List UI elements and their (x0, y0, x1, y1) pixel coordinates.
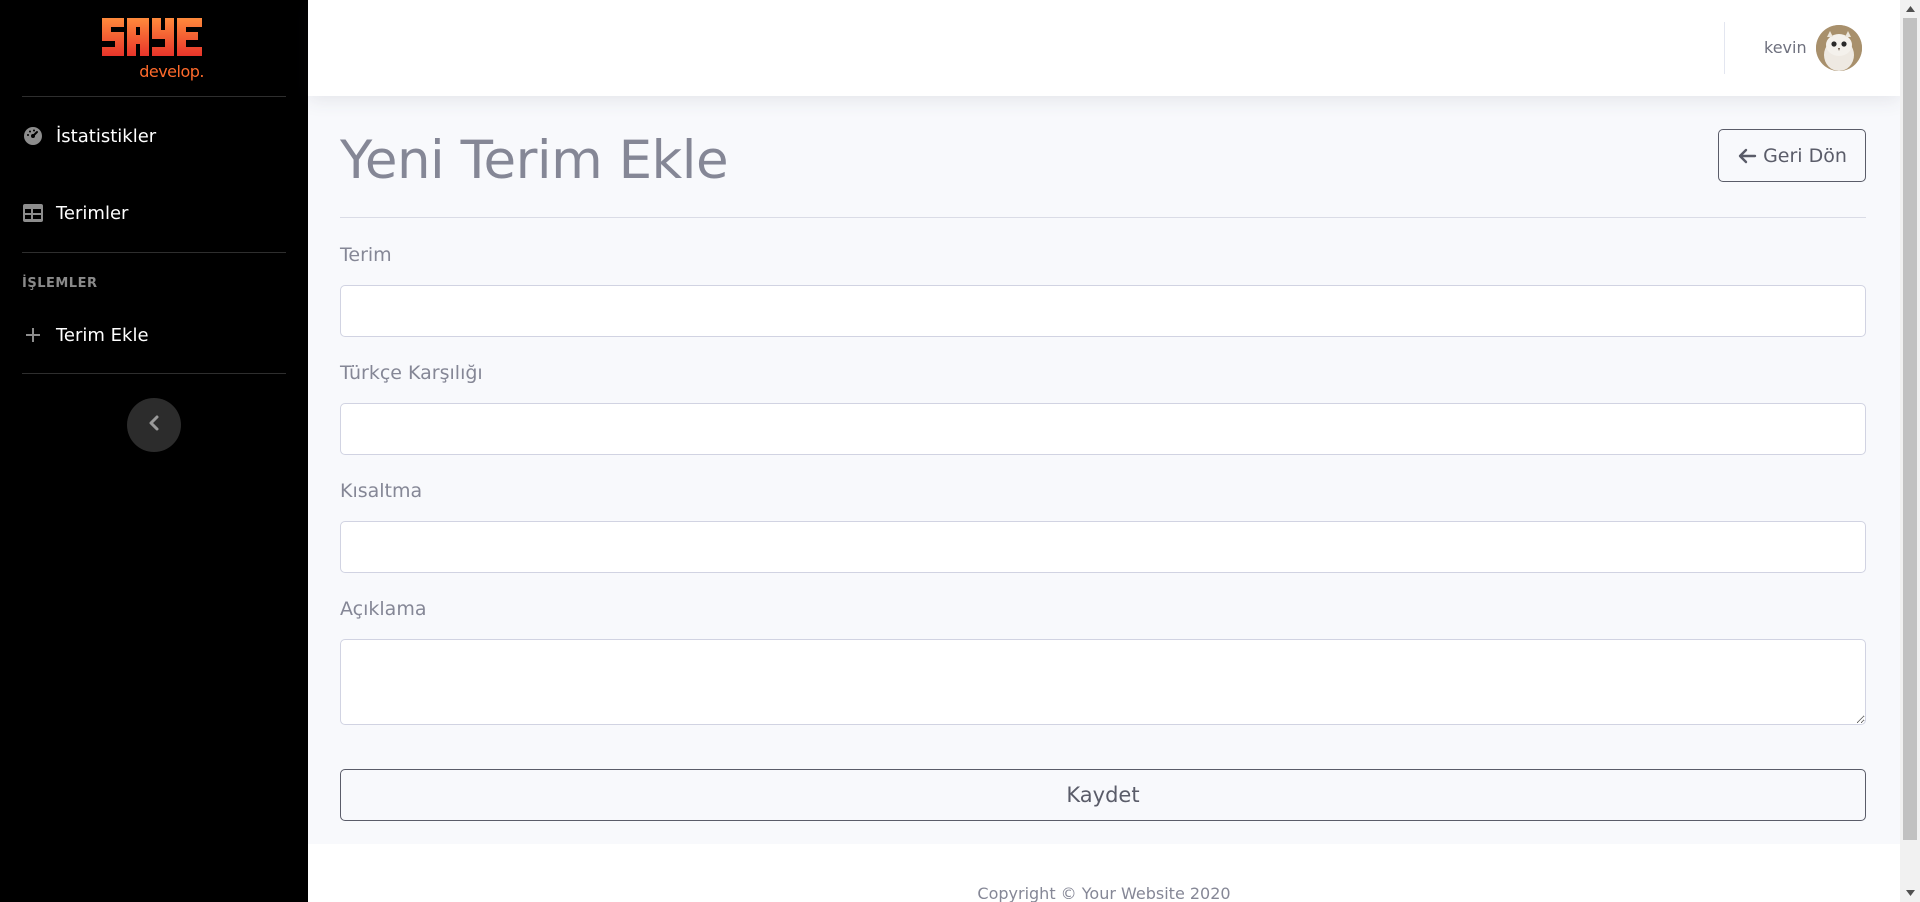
sidebar-item-istatistikler[interactable]: İstatistikler (22, 116, 286, 156)
kisaltma-label: Kısaltma (340, 480, 423, 502)
sidebar-item-label: İstatistikler (56, 125, 157, 147)
back-button-label: Geri Dön (1763, 144, 1847, 167)
sidebar: develop. İstatistikler Terimler İŞLEMLER… (0, 0, 308, 902)
sidebar-divider (22, 252, 286, 253)
terim-input[interactable] (340, 285, 1866, 337)
dashboard-gauge-icon (22, 125, 44, 147)
sidebar-toggle-button[interactable] (127, 398, 181, 452)
aciklama-label: Açıklama (340, 598, 427, 620)
scroll-down-arrow-icon[interactable] (1900, 884, 1920, 902)
aciklama-textarea[interactable] (340, 639, 1866, 725)
table-icon (22, 202, 44, 224)
sidebar-item-label: Terim Ekle (56, 324, 149, 346)
main-content: Yeni Terim Ekle Geri Dön Terim Türkçe Ka… (308, 96, 1900, 844)
sidebar-section-heading: İŞLEMLER (22, 276, 98, 291)
chevron-left-icon (147, 414, 161, 436)
title-divider (340, 217, 1866, 218)
sidebar-divider (22, 96, 286, 97)
sidebar-divider (22, 373, 286, 374)
copyright-text: Copyright © Your Website 2020 (977, 884, 1231, 902)
brand-logo-wordmark (102, 18, 202, 56)
avatar[interactable] (1816, 25, 1862, 71)
terim-label: Terim (340, 244, 392, 266)
page-title: Yeni Terim Ekle (340, 130, 729, 191)
user-name[interactable]: kevin (1764, 38, 1807, 57)
scrollbar-thumb[interactable] (1903, 18, 1917, 840)
kisaltma-input[interactable] (340, 521, 1866, 573)
brand-logo[interactable]: develop. (100, 14, 204, 82)
turkce-karsiligi-input[interactable] (340, 403, 1866, 455)
page-scrollbar[interactable] (1900, 0, 1920, 902)
footer: Copyright © Your Website 2020 (308, 844, 1900, 902)
arrow-left-icon (1737, 147, 1757, 165)
sidebar-item-terimler[interactable]: Terimler (22, 193, 286, 233)
topbar-divider (1724, 22, 1725, 74)
turkce-karsiligi-label: Türkçe Karşılığı (340, 362, 483, 384)
brand-logo-sub: develop. (139, 62, 204, 81)
save-button[interactable]: Kaydet (340, 769, 1866, 821)
plus-icon (22, 324, 44, 346)
topbar: kevin (308, 0, 1900, 96)
sidebar-item-terim-ekle[interactable]: Terim Ekle (22, 315, 286, 355)
back-button[interactable]: Geri Dön (1718, 129, 1866, 182)
sidebar-item-label: Terimler (56, 202, 129, 224)
scroll-up-arrow-icon[interactable] (1900, 0, 1920, 18)
